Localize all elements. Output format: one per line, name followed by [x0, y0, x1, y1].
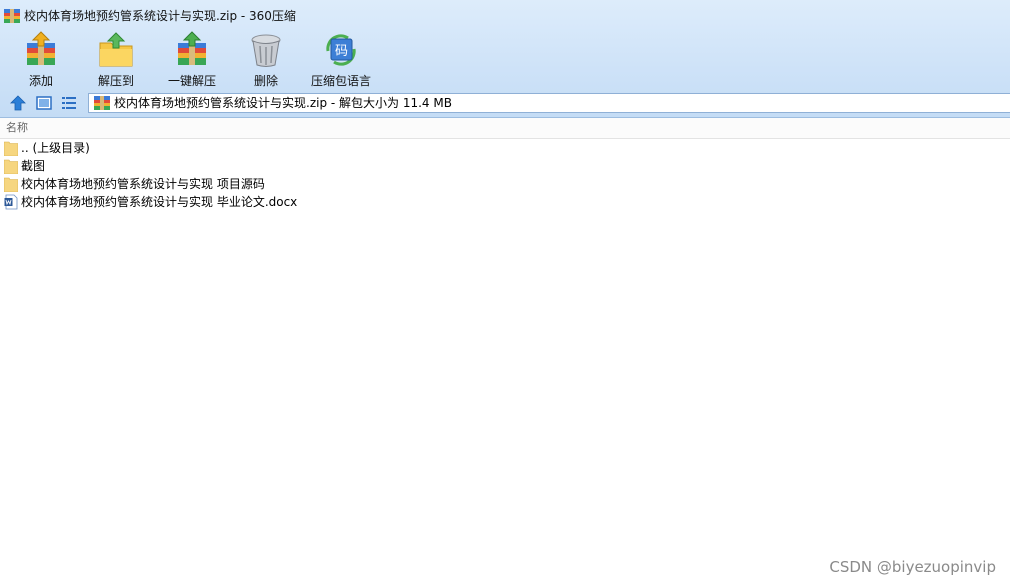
app-window: 校内体育场地预约管系统设计与实现.zip - 360压缩 添加 解压到 一键解压…	[0, 0, 1010, 586]
archive-language-icon: 码	[326, 34, 356, 66]
language-glyph: 码	[335, 44, 348, 59]
list-item-parent-directory[interactable]: .. (上级目录)	[0, 139, 1010, 157]
toolbar: 添加 解压到 一键解压 删除 码 压缩包语言	[0, 30, 1010, 88]
window-title: 校内体育场地预约管系统设计与实现.zip - 360压缩	[24, 9, 296, 23]
list-item-thesis-docx[interactable]: 校内体育场地预约管系统设计与实现 毕业论文.docx	[0, 193, 1010, 211]
large-icon-view-icon[interactable]	[34, 93, 54, 113]
extract-to-button[interactable]: 解压到	[88, 30, 144, 88]
list-item-source-code[interactable]: 校内体育场地预约管系统设计与实现 项目源码	[0, 175, 1010, 193]
file-name: .. (上级目录)	[21, 141, 90, 155]
add-label: 添加	[28, 74, 53, 88]
archive-app-icon	[4, 9, 20, 23]
archive-file-icon	[94, 96, 110, 110]
title-bar: 校内体育场地预约管系统设计与实现.zip - 360压缩	[0, 0, 1010, 30]
csdn-watermark: CSDN @biyezuopinvip	[829, 558, 996, 576]
one-click-extract-label: 一键解压	[167, 74, 216, 88]
address-text: 校内体育场地预约管系统设计与实现.zip - 解包大小为 11.4 MB	[114, 96, 452, 110]
delete-label: 删除	[253, 74, 278, 88]
list-view-icon[interactable]	[59, 93, 79, 113]
file-name: 校内体育场地预约管系统设计与实现 毕业论文.docx	[21, 195, 298, 209]
file-list: .. (上级目录) 截图 校内体育场地预约管系统设计与实现 项目源码 校内体育场…	[0, 139, 1010, 211]
archive-language-button[interactable]: 码 压缩包语言	[308, 30, 374, 88]
navigation-bar: 校内体育场地预约管系统设计与实现.zip - 解包大小为 11.4 MB	[0, 91, 1010, 115]
folder-icon	[4, 141, 18, 156]
list-header: 名称	[0, 118, 1010, 139]
delete-button[interactable]: 删除	[240, 30, 292, 88]
add-button[interactable]: 添加	[14, 30, 68, 88]
up-arrow-icon[interactable]	[8, 93, 28, 113]
folder-icon	[4, 159, 18, 174]
list-item-screenshots[interactable]: 截图	[0, 157, 1010, 175]
word-document-icon	[4, 194, 18, 210]
column-header-name[interactable]: 名称	[6, 121, 28, 135]
file-name: 校内体育场地预约管系统设计与实现 项目源码	[21, 177, 265, 191]
trash-bin-icon	[251, 34, 281, 67]
one-click-extract-icon	[178, 31, 206, 65]
file-name: 截图	[21, 159, 46, 173]
window-chrome: 校内体育场地预约管系统设计与实现.zip - 360压缩 添加 解压到 一键解压…	[0, 0, 1010, 118]
extract-to-label: 解压到	[97, 74, 134, 88]
folder-icon	[4, 177, 18, 192]
one-click-extract-button[interactable]: 一键解压	[163, 30, 221, 88]
extract-to-icon	[99, 32, 133, 67]
add-archive-icon	[27, 31, 55, 65]
archive-language-label: 压缩包语言	[310, 74, 371, 88]
address-bar[interactable]: 校内体育场地预约管系统设计与实现.zip - 解包大小为 11.4 MB	[88, 93, 1010, 113]
